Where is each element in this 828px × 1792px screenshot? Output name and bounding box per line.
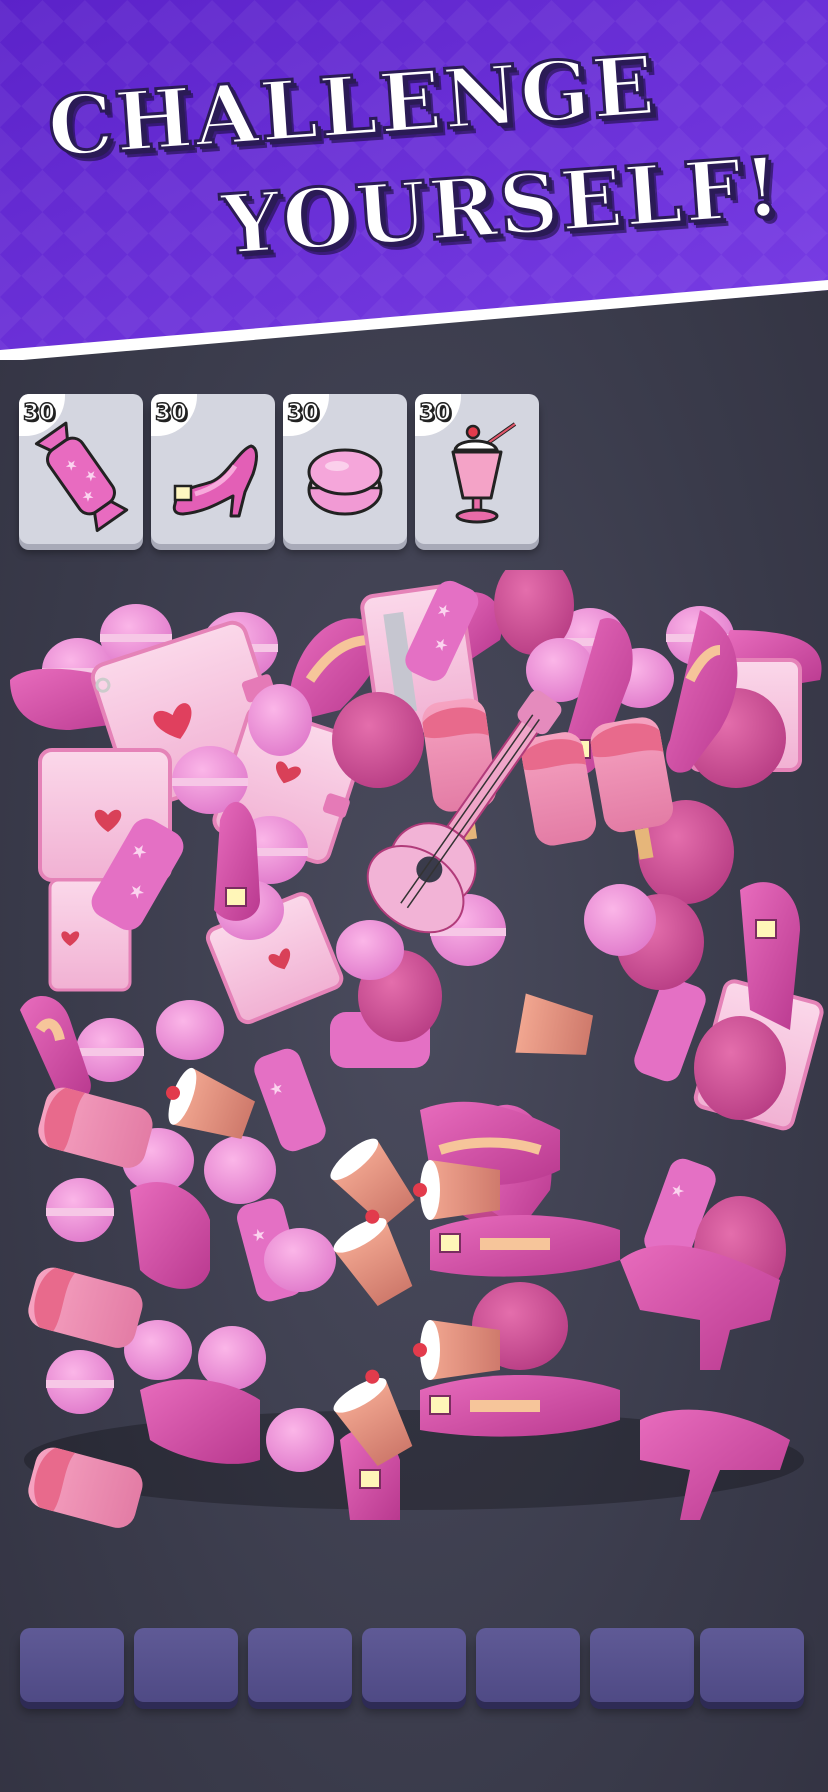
high-heel-shoe[interactable] [130,1181,210,1289]
promo-banner: CHALLENGE YOURSELF! [0,0,828,360]
milkshake[interactable] [326,1206,421,1311]
tray-slot-2[interactable] [134,1628,238,1702]
goal-count: 30 [22,399,56,427]
balloon[interactable] [694,1016,786,1120]
milkshake-icon [451,422,517,524]
high-heel-shoe[interactable] [420,1375,620,1437]
milkshake[interactable] [515,993,594,1065]
macaron[interactable] [264,1228,336,1292]
goal-count: 30 [154,399,188,427]
macaron[interactable] [156,1000,224,1060]
milkshake[interactable] [413,1160,500,1220]
game-screen: CHALLENGE YOURSELF! ★ ★ ★ 30 30 30 30 ★ … [0,0,828,1792]
macaron[interactable] [204,1136,276,1204]
tray-slot-5[interactable] [476,1628,580,1702]
macaron[interactable] [266,1408,334,1472]
tray-slot-6[interactable] [590,1628,694,1702]
high-heel-shoe-icon [172,444,258,518]
macaron[interactable] [46,1350,114,1414]
macaron[interactable] [46,1178,114,1242]
high-heel-shoe[interactable] [430,1215,620,1277]
tray-slot-4[interactable] [362,1628,466,1702]
item-pile: ★★ ★★ ★ ★ ★ ★ [0,570,828,1530]
candy[interactable]: ★ [250,1045,329,1155]
balloon[interactable] [332,692,424,788]
item-pile-canvas: ★★ ★★ ★ ★ ★ ★ [10,570,824,1528]
macaron[interactable] [198,1326,266,1390]
macaron-icon [307,448,383,516]
tray-slot-7[interactable] [700,1628,804,1702]
ice-cream-bar[interactable] [34,1084,156,1172]
candy-icon: ★ ★ ★ [34,421,129,533]
milkshake[interactable] [413,1320,500,1380]
goal-card-shoe: 30 [151,394,275,544]
tray-slot-3[interactable] [248,1628,352,1702]
goal-count: 30 [286,399,320,427]
goal-count: 30 [418,399,452,427]
goal-card-milkshake: 30 [415,394,539,544]
macaron[interactable] [584,884,656,956]
macaron[interactable] [336,920,404,980]
macaron[interactable] [248,684,312,756]
high-heel-shoe[interactable] [214,801,260,921]
goal-card-candy: ★ ★ ★ 30 [19,394,143,544]
ice-cream-bar[interactable] [24,1264,146,1352]
tray-slot-1[interactable] [20,1628,124,1702]
goal-card-macaron: 30 [283,394,407,544]
